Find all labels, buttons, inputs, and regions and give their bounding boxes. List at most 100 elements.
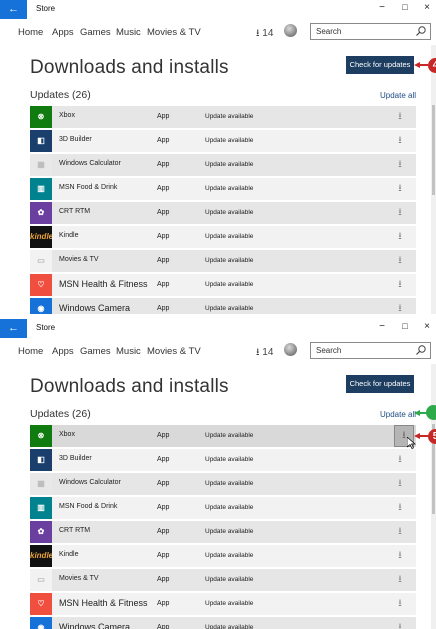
- list-item[interactable]: ⊗ Xbox App Update available ⭳: [30, 425, 416, 449]
- app-name: 3D Builder: [59, 136, 92, 143]
- minimize-button[interactable]: −: [374, 321, 390, 332]
- download-icon[interactable]: ⭳: [392, 157, 408, 173]
- search-icon[interactable]: [415, 25, 427, 37]
- app-type: App: [157, 281, 170, 288]
- app-icon: ♡: [30, 274, 52, 296]
- app-name: MSN Health & Fitness: [59, 279, 148, 289]
- download-icon[interactable]: ⭳: [392, 620, 408, 629]
- app-icon: kindle: [30, 545, 52, 567]
- nav-movies-tv[interactable]: Movies & TV: [147, 346, 201, 357]
- nav-music[interactable]: Music: [116, 27, 141, 38]
- download-icon[interactable]: ⭳: [392, 301, 408, 314]
- close-button[interactable]: ×: [419, 2, 435, 13]
- search-icon[interactable]: [415, 344, 427, 356]
- nav-home[interactable]: Home: [18, 27, 43, 38]
- app-name: MSN Food & Drink: [59, 503, 118, 510]
- download-icon[interactable]: ⭳: [392, 596, 408, 612]
- list-item[interactable]: ◧ 3D Builder App Update available ⭳: [30, 449, 416, 471]
- minimize-button[interactable]: −: [374, 2, 390, 13]
- nav-apps[interactable]: Apps: [52, 27, 74, 38]
- list-item[interactable]: ▥ MSN Food & Drink App Update available ⭳: [30, 497, 416, 519]
- step-callout-green: [426, 405, 436, 420]
- list-item[interactable]: ▥ MSN Food & Drink App Update available ⭳: [30, 178, 416, 200]
- update-all-link[interactable]: Update all: [380, 91, 416, 100]
- download-icon[interactable]: ⭳: [392, 572, 408, 588]
- list-item[interactable]: ◉ Windows Camera App Update available ⭳: [30, 617, 416, 629]
- download-icon[interactable]: ⭳: [392, 277, 408, 293]
- screenshot-top: ← Store − □ × Home Apps Games Music Movi…: [0, 0, 436, 314]
- app-icon: ▥: [30, 178, 52, 200]
- list-item[interactable]: ▭ Movies & TV App Update available ⭳: [30, 250, 416, 272]
- check-for-updates-button[interactable]: Check for updates: [346, 375, 414, 393]
- app-icon: ▭: [30, 569, 52, 591]
- app-status: Update available: [205, 624, 254, 629]
- list-item[interactable]: ▦ Windows Calculator App Update available ⭳: [30, 473, 416, 495]
- nav-music[interactable]: Music: [116, 346, 141, 357]
- app-name: Kindle: [59, 551, 79, 558]
- updates-heading: Updates (26): [30, 89, 91, 101]
- nav-apps[interactable]: Apps: [52, 346, 74, 357]
- app-icon: ◉: [30, 298, 52, 314]
- download-icon[interactable]: ⭳: [392, 476, 408, 492]
- download-icon[interactable]: ⭳: [392, 452, 408, 468]
- download-icon[interactable]: ⭳: [392, 500, 408, 516]
- search-input[interactable]: Search: [310, 342, 431, 359]
- scrollbar[interactable]: [431, 364, 436, 629]
- download-icon[interactable]: ⭳: [392, 524, 408, 540]
- app-name: Windows Camera: [59, 622, 131, 629]
- list-item[interactable]: ◉ Windows Camera App Update available ⭳: [30, 298, 416, 314]
- back-button[interactable]: ←: [0, 319, 27, 338]
- download-icon[interactable]: ⭳: [392, 229, 408, 245]
- update-all-link[interactable]: Update all: [380, 410, 416, 419]
- list-item[interactable]: kindle Kindle App Update available ⭳: [30, 545, 416, 567]
- list-item[interactable]: ◧ 3D Builder App Update available ⭳: [30, 130, 416, 152]
- app-name: CRT RTM: [59, 527, 91, 534]
- app-icon: ✿: [30, 521, 52, 543]
- list-item[interactable]: ⊗ Xbox App Update available ⭳: [30, 106, 416, 128]
- scrollbar[interactable]: [431, 45, 436, 314]
- downloads-indicator[interactable]: ⭳ 14: [256, 345, 273, 362]
- avatar[interactable]: [284, 24, 297, 37]
- list-item[interactable]: ✿ CRT RTM App Update available ⭳: [30, 521, 416, 543]
- maximize-button[interactable]: □: [397, 2, 413, 12]
- nav-games[interactable]: Games: [80, 346, 111, 357]
- list-item[interactable]: ▭ Movies & TV App Update available ⭳: [30, 569, 416, 591]
- app-type: App: [157, 504, 170, 511]
- list-item[interactable]: ♡ MSN Health & Fitness App Update available…: [30, 593, 416, 615]
- maximize-button[interactable]: □: [397, 321, 413, 331]
- nav-home[interactable]: Home: [18, 346, 43, 357]
- app-name: Windows Calculator: [59, 479, 121, 486]
- list-item[interactable]: kindle Kindle App Update available ⭳: [30, 226, 416, 248]
- download-icon[interactable]: ⭳: [392, 181, 408, 197]
- download-icon[interactable]: ⭳: [392, 133, 408, 149]
- app-icon: ◧: [30, 449, 52, 471]
- app-type: App: [157, 600, 170, 607]
- avatar[interactable]: [284, 343, 297, 356]
- scroll-thumb[interactable]: [432, 105, 435, 195]
- app-type: App: [157, 305, 170, 312]
- title-bar: ← Store − □ ×: [0, 319, 436, 338]
- download-icon[interactable]: ⭳: [392, 253, 408, 269]
- download-icon[interactable]: ⭳: [392, 205, 408, 221]
- list-item[interactable]: ♡ MSN Health & Fitness App Update available…: [30, 274, 416, 296]
- download-icon: ⭳: [256, 28, 260, 39]
- app-name: MSN Food & Drink: [59, 184, 118, 191]
- search-input[interactable]: Search: [310, 23, 431, 40]
- list-item[interactable]: ✿ CRT RTM App Update available ⭳: [30, 202, 416, 224]
- back-button[interactable]: ←: [0, 0, 27, 19]
- nav-movies-tv[interactable]: Movies & TV: [147, 27, 201, 38]
- app-icon: ♡: [30, 593, 52, 615]
- app-icon: ◉: [30, 617, 52, 629]
- app-type: App: [157, 528, 170, 535]
- app-icon: ⊗: [30, 106, 52, 128]
- download-icon[interactable]: ⭳: [392, 548, 408, 564]
- download-icon[interactable]: ⭳: [392, 109, 408, 125]
- list-item[interactable]: ▦ Windows Calculator App Update available ⭳: [30, 154, 416, 176]
- check-for-updates-button[interactable]: Check for updates: [346, 56, 414, 74]
- downloads-indicator[interactable]: ⭳ 14: [256, 26, 273, 43]
- app-name: 3D Builder: [59, 455, 92, 462]
- nav-games[interactable]: Games: [80, 27, 111, 38]
- close-button[interactable]: ×: [419, 321, 435, 332]
- app-status: Update available: [205, 137, 254, 144]
- window-title: Store: [36, 323, 56, 332]
